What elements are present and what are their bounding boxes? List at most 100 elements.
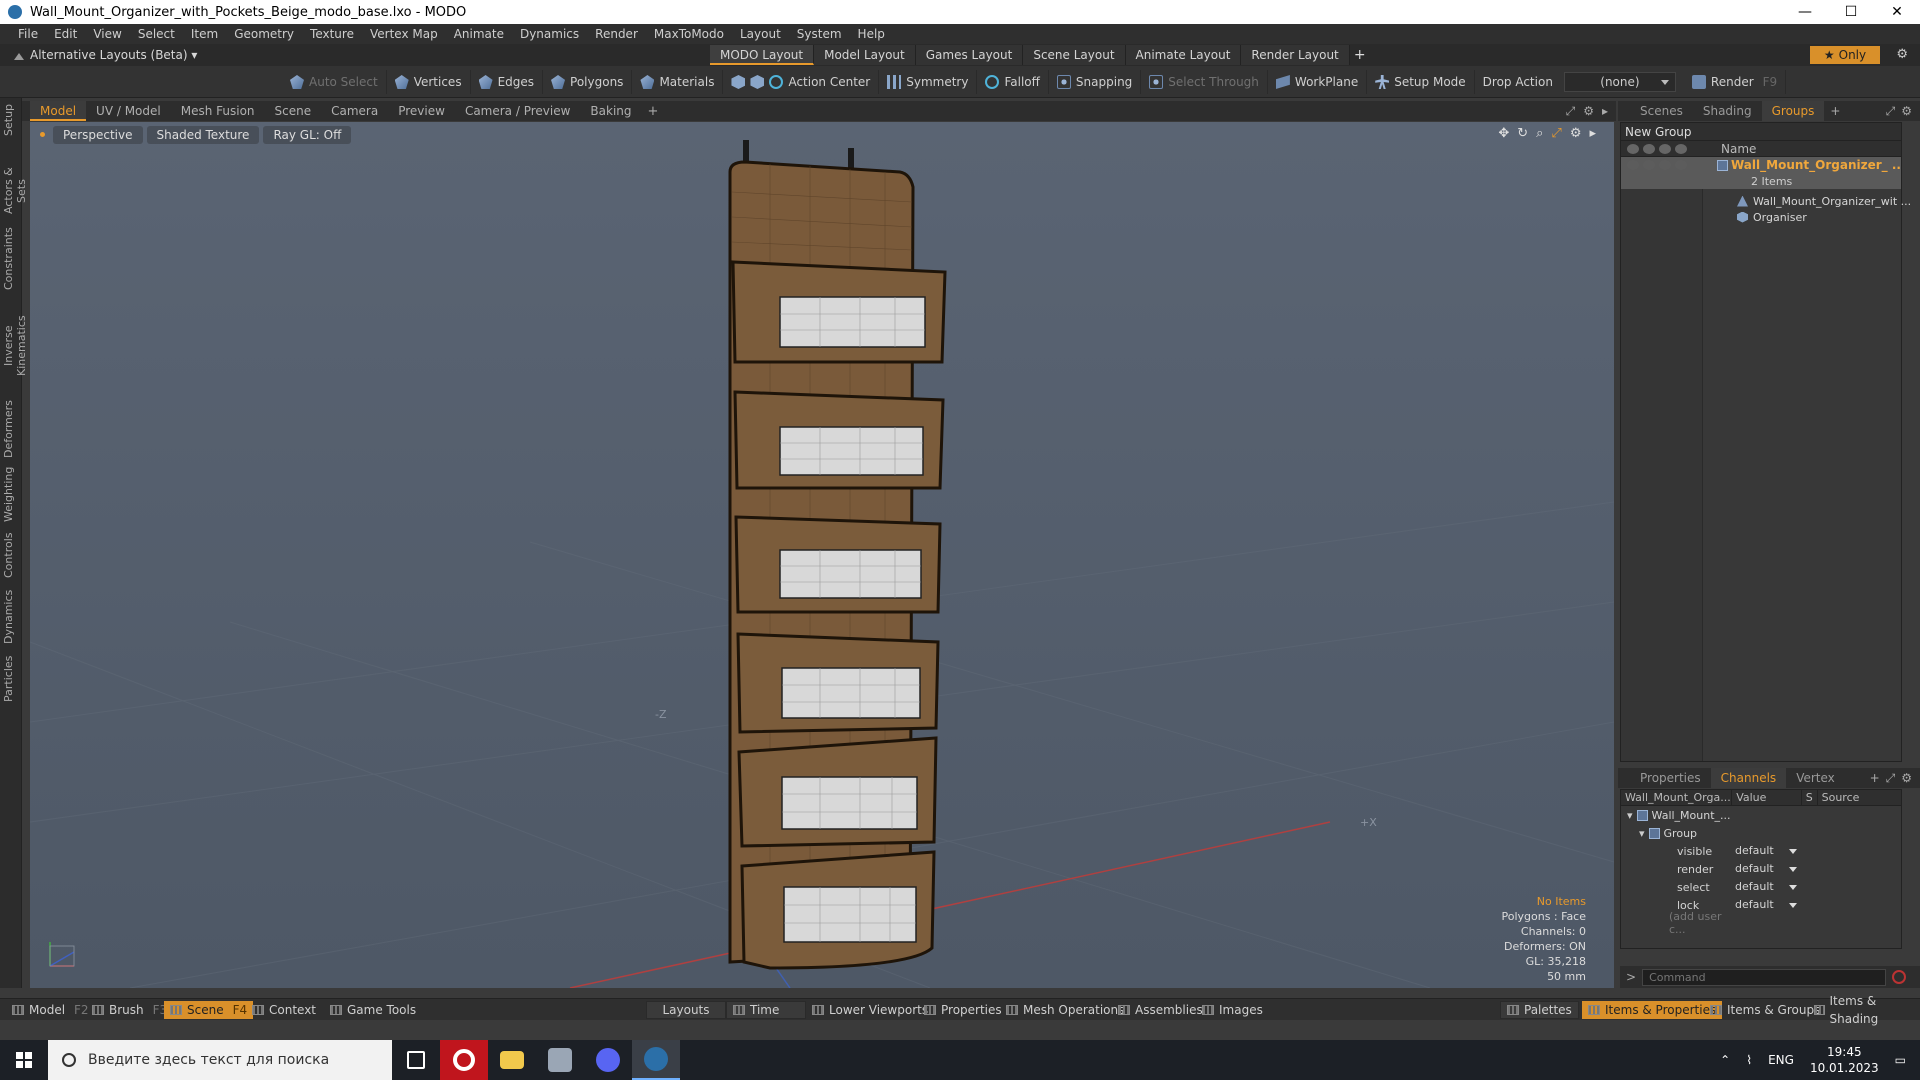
menu-item[interactable]: Item bbox=[183, 27, 226, 41]
clear-command-icon[interactable] bbox=[1892, 970, 1907, 984]
render-toggle-icon[interactable] bbox=[1643, 160, 1655, 170]
vtab-controls[interactable]: Controls bbox=[2, 530, 20, 580]
tab-mesh-fusion[interactable]: Mesh Fusion bbox=[171, 101, 265, 121]
new-group-button[interactable]: New Group bbox=[1621, 123, 1901, 141]
gear-icon[interactable]: ⚙ bbox=[1583, 104, 1594, 119]
context-button[interactable]: Context bbox=[246, 1001, 322, 1019]
expand-icon[interactable]: ⤢ bbox=[1886, 771, 1896, 786]
menu-view[interactable]: View bbox=[85, 27, 129, 41]
menu-file[interactable]: File bbox=[10, 27, 46, 41]
add-tab-button[interactable]: + bbox=[642, 104, 665, 119]
select-toggle-icon[interactable] bbox=[1675, 143, 1687, 154]
tab-scenes[interactable]: Scenes bbox=[1630, 101, 1693, 121]
mesh-operations-button[interactable]: Mesh Operations bbox=[1000, 1001, 1130, 1019]
tab-baking[interactable]: Baking bbox=[580, 101, 641, 121]
auto-select-button[interactable]: Auto Select bbox=[282, 70, 387, 94]
action-center-button[interactable]: Action Center bbox=[723, 70, 880, 94]
menu-geometry[interactable]: Geometry bbox=[226, 27, 302, 41]
task-view-button[interactable] bbox=[392, 1040, 440, 1080]
gear-icon[interactable]: ⚙ bbox=[1570, 126, 1582, 141]
minimize-button[interactable]: — bbox=[1782, 0, 1828, 24]
materials-button[interactable]: Materials bbox=[632, 70, 724, 94]
close-button[interactable]: ✕ bbox=[1874, 0, 1920, 24]
tab-animate-layout[interactable]: Animate Layout bbox=[1125, 45, 1242, 65]
channel-select-value[interactable]: default bbox=[1731, 879, 1801, 895]
expand-icon[interactable]: ⤢ bbox=[1566, 104, 1576, 119]
tab-groups[interactable]: Groups bbox=[1761, 101, 1825, 121]
raygl-button[interactable]: Ray GL: Off bbox=[263, 126, 352, 144]
gear-icon[interactable]: ⚙ bbox=[1901, 771, 1912, 786]
tab-preview[interactable]: Preview bbox=[388, 101, 455, 121]
maximize-button[interactable]: ☐ bbox=[1828, 0, 1874, 24]
pan-icon[interactable]: ✥ bbox=[1498, 126, 1509, 141]
menu-layout[interactable]: Layout bbox=[732, 27, 789, 41]
setup-mode-button[interactable]: Setup Mode bbox=[1367, 70, 1475, 94]
vtab-constraints[interactable]: Constraints bbox=[2, 227, 20, 290]
brush-mode-button[interactable]: Brush F3 bbox=[86, 1001, 173, 1019]
add-user-channel-row[interactable]: (add user c... bbox=[1621, 910, 1901, 936]
modo-taskbar-button[interactable] bbox=[632, 1040, 680, 1080]
alternative-layouts-dropdown[interactable]: Alternative Layouts (Beta) ▾ bbox=[0, 48, 197, 62]
model-mode-button[interactable]: Model F2 bbox=[6, 1001, 95, 1019]
layouts-button[interactable]: Layouts bbox=[646, 1001, 726, 1019]
tab-model-layout[interactable]: Model Layout bbox=[814, 45, 916, 65]
tab-vertex-maps[interactable]: Vertex Maps bbox=[1786, 768, 1863, 805]
taskbar-search[interactable]: Введите здесь текст для поиска bbox=[48, 1040, 392, 1080]
tab-camera-preview[interactable]: Camera / Preview bbox=[455, 101, 580, 121]
assemblies-button[interactable]: Assemblies bbox=[1112, 1001, 1209, 1019]
menu-system[interactable]: System bbox=[789, 27, 850, 41]
menu-edit[interactable]: Edit bbox=[46, 27, 85, 41]
vtab-dynamics[interactable]: Dynamics bbox=[2, 588, 20, 646]
channel-item-row[interactable]: ▾ Wall_Mount_... bbox=[1621, 806, 1901, 824]
expand-icon[interactable]: ⤢ bbox=[1886, 104, 1896, 119]
vtab-inverse-kinematics[interactable]: Inverse Kinematics bbox=[2, 298, 28, 394]
channel-group-row[interactable]: ▾ Group bbox=[1621, 824, 1901, 842]
time-button[interactable]: Time bbox=[726, 1001, 806, 1019]
add-tab-button[interactable]: + bbox=[1864, 771, 1886, 785]
3d-viewport[interactable]: Perspective Shaded Texture Ray GL: Off ✥… bbox=[30, 122, 1614, 988]
start-button[interactable] bbox=[0, 1040, 48, 1080]
menu-render[interactable]: Render bbox=[587, 27, 646, 41]
menu-vertex-map[interactable]: Vertex Map bbox=[362, 27, 446, 41]
vtab-actors-sets[interactable]: Actors & Sets bbox=[2, 156, 28, 226]
polygons-button[interactable]: Polygons bbox=[543, 70, 633, 94]
chevron-down-icon[interactable]: ▾ bbox=[1621, 809, 1633, 822]
tab-scene[interactable]: Scene bbox=[265, 101, 322, 121]
tab-channels[interactable]: Channels bbox=[1710, 768, 1787, 788]
network-icon[interactable]: ⌇ bbox=[1746, 1053, 1752, 1067]
menu-help[interactable]: Help bbox=[850, 27, 893, 41]
lower-viewports-button[interactable]: Lower Viewports bbox=[806, 1001, 934, 1019]
scene-mode-button[interactable]: Scene F4 bbox=[164, 1001, 254, 1019]
tab-modo-layout[interactable]: MODO Layout bbox=[710, 45, 815, 65]
lock-icon[interactable] bbox=[1659, 160, 1671, 170]
vtab-weighting[interactable]: Weighting bbox=[2, 466, 20, 522]
channel-visible-value[interactable]: default bbox=[1731, 843, 1801, 859]
workplane-button[interactable]: WorkPlane bbox=[1268, 70, 1368, 94]
chevron-up-icon[interactable]: ⌃ bbox=[1720, 1053, 1730, 1067]
tab-games-layout[interactable]: Games Layout bbox=[915, 45, 1024, 65]
group-row[interactable]: Wall_Mount_Organizer_ ... bbox=[1621, 157, 1901, 173]
gear-icon[interactable]: ⚙ bbox=[1896, 47, 1908, 62]
channel-lock-value[interactable]: default bbox=[1731, 897, 1801, 913]
taskbar-clock[interactable]: 19:45 10.01.2023 bbox=[1810, 1044, 1879, 1076]
menu-animate[interactable]: Animate bbox=[446, 27, 512, 41]
vertices-button[interactable]: Vertices bbox=[387, 70, 471, 94]
channel-render-value[interactable]: default bbox=[1731, 861, 1801, 877]
tab-render-layout[interactable]: Render Layout bbox=[1241, 45, 1350, 65]
tab-uv-model[interactable]: UV / Model bbox=[86, 101, 171, 121]
items-properties-button[interactable]: Items & Properties bbox=[1582, 1001, 1723, 1019]
select-toggle-icon[interactable] bbox=[1675, 160, 1687, 170]
falloff-button[interactable]: Falloff bbox=[977, 70, 1049, 94]
notifications-icon[interactable]: ▭ bbox=[1895, 1053, 1906, 1067]
lock-icon[interactable] bbox=[1659, 143, 1671, 154]
game-tools-button[interactable]: Game Tools bbox=[324, 1001, 422, 1019]
edges-button[interactable]: Edges bbox=[471, 70, 544, 94]
render-button[interactable]: Render F9 bbox=[1684, 70, 1787, 94]
tab-camera[interactable]: Camera bbox=[321, 101, 388, 121]
maximize-viewport-icon[interactable]: ⤢ bbox=[1551, 126, 1561, 141]
visibility-icon[interactable] bbox=[1627, 160, 1639, 170]
arrow-right-icon[interactable]: ▸ bbox=[1602, 104, 1608, 119]
menu-select[interactable]: Select bbox=[130, 27, 183, 41]
properties-button[interactable]: Properties bbox=[918, 1001, 1008, 1019]
list-item[interactable]: Wall_Mount_Organizer_wit ... bbox=[1621, 193, 1911, 209]
